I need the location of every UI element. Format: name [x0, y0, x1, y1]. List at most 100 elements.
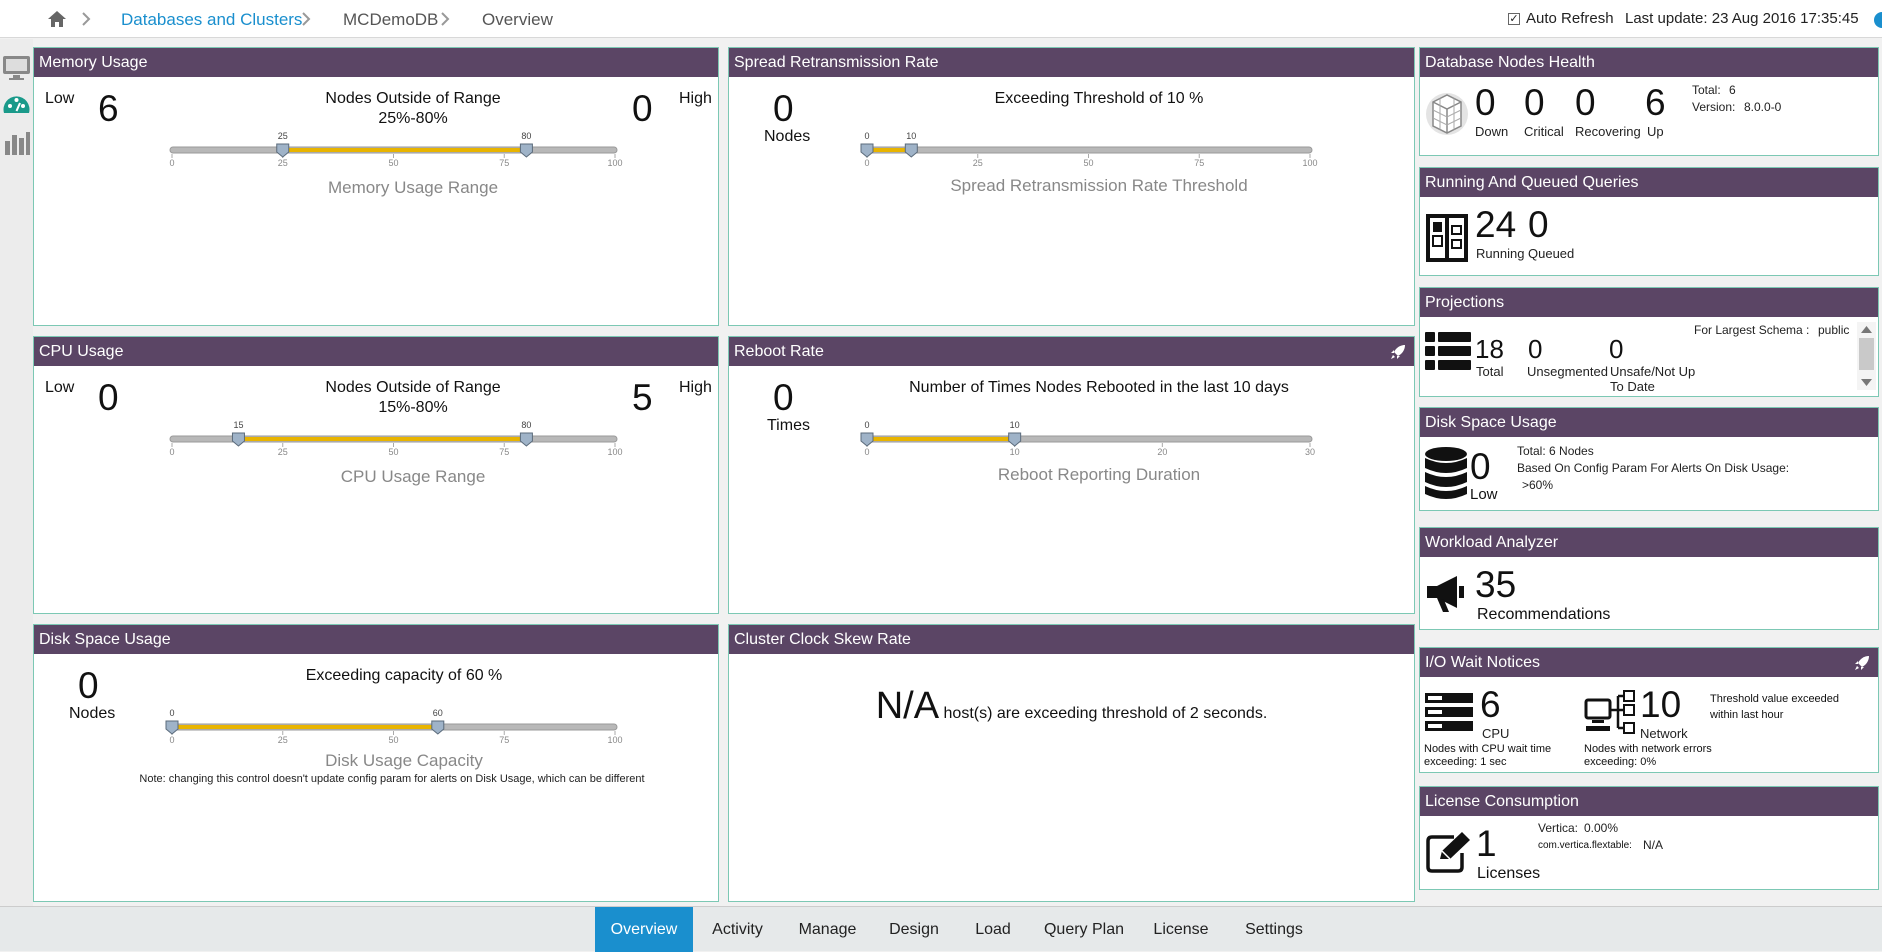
total-value: 18 — [1475, 334, 1504, 364]
queued-label: Queued — [1528, 246, 1575, 261]
slider-tick-label: 0 — [864, 158, 869, 168]
nodes-label: Nodes — [764, 128, 811, 145]
breadcrumb-database[interactable]: MCDemoDB — [343, 10, 438, 30]
unsegmented-label: Unsegmented — [1527, 364, 1608, 379]
tab-query-plan[interactable]: Query Plan — [1038, 907, 1130, 952]
slider-handle-label: 10 — [1010, 420, 1020, 430]
up-label: Up — [1647, 124, 1664, 139]
breadcrumb-databases[interactable]: Databases and Clusters — [121, 10, 302, 30]
notification-icon[interactable] — [1874, 12, 1882, 28]
high-value: 5 — [632, 377, 653, 418]
checkbox-checked-icon[interactable]: ✓ — [1508, 12, 1520, 25]
nodes-value: 0 — [773, 88, 794, 129]
unsafe-value: 0 — [1609, 334, 1624, 364]
disk-total: Total: 6 Nodes — [1517, 444, 1594, 458]
slider-handle-label: 80 — [521, 420, 531, 430]
slider-handle[interactable] — [519, 143, 533, 158]
dashboard-icon[interactable] — [1, 89, 32, 121]
low-label: Low — [1470, 486, 1498, 503]
slider-handle[interactable] — [231, 432, 245, 447]
scroll-up-icon[interactable] — [1861, 325, 1872, 333]
recovering-value: 0 — [1575, 82, 1596, 123]
tab-activity[interactable]: Activity — [700, 907, 775, 952]
flextable-value: N/A — [1643, 838, 1664, 852]
network-note-2: exceeding: 0% — [1584, 756, 1657, 768]
tab-settings[interactable]: Settings — [1235, 907, 1313, 952]
memory-range-slider[interactable]: 0 25 50 75 100 25 80 — [134, 128, 644, 184]
slider-graphic[interactable]: 0 25 50 75 100 25 80 — [134, 128, 644, 184]
low-label: Low — [45, 379, 75, 396]
flextable-label: com.vertica.flextable: — [1538, 840, 1632, 851]
last-update: Last update: 23 Aug 2016 17:35:45 — [1625, 10, 1859, 27]
bar-chart-icon[interactable] — [1, 127, 32, 159]
slider-handle[interactable] — [431, 720, 445, 735]
cpu-note: Nodes with CPU wait time — [1424, 743, 1552, 755]
slider-handle[interactable] — [1008, 432, 1022, 447]
chevron-right-icon — [302, 12, 311, 26]
database-cube-icon — [1426, 93, 1468, 135]
slider-handle[interactable] — [860, 143, 874, 158]
slider-handle[interactable] — [165, 720, 179, 735]
slider-handle[interactable] — [519, 432, 533, 447]
slider-tick-label: 100 — [607, 735, 622, 745]
range-caption: Nodes Outside of Range — [325, 90, 501, 107]
server-rack-icon — [1425, 693, 1473, 731]
queries-icon — [1426, 214, 1468, 262]
low-value: 6 — [98, 88, 119, 129]
slider-range-fill — [172, 725, 438, 729]
home-icon[interactable] — [46, 9, 68, 29]
clock-skew-summary: N/A host(s) are exceeding threshold of 2… — [729, 685, 1414, 728]
total-label: Total: — [1692, 83, 1721, 97]
memory-usage-panel: Memory Usage Low 6 Nodes Outside of Rang… — [33, 47, 719, 326]
low-label: Low — [45, 90, 75, 107]
version-value: 8.0.0-0 — [1744, 100, 1782, 114]
slider-handle-label: 0 — [169, 708, 174, 718]
slider-track[interactable] — [864, 146, 1313, 154]
clock-skew-value: N/A — [875, 685, 940, 727]
recommendations-value: 35 — [1475, 564, 1517, 605]
monitor-icon[interactable] — [1, 51, 32, 83]
panel-title: Memory Usage — [34, 48, 718, 77]
panel-title: I/O Wait Notices — [1420, 648, 1878, 677]
scroll-thumb[interactable] — [1859, 338, 1874, 370]
slider-handle[interactable] — [276, 143, 290, 158]
slider-tick-label: 50 — [388, 447, 398, 457]
nodes-label: Nodes — [69, 705, 116, 722]
rocket-icon[interactable] — [1854, 655, 1870, 671]
unsafe-label: Unsafe/Not Up — [1610, 364, 1696, 379]
running-value: 24 — [1475, 204, 1517, 245]
tab-overview[interactable]: Overview — [595, 907, 693, 952]
tab-manage[interactable]: Manage — [790, 907, 865, 952]
slider-subtitle: CPU Usage Range — [340, 467, 486, 486]
workload-analyzer-panel: Workload Analyzer 35 Recommendations — [1419, 527, 1879, 630]
recommendations-label[interactable]: Recommendations — [1477, 606, 1610, 624]
scroll-down-icon[interactable] — [1861, 379, 1872, 387]
slider-subtitle: Reboot Reporting Duration — [997, 465, 1201, 484]
panel-title: License Consumption — [1420, 787, 1878, 816]
slider-handle[interactable] — [904, 143, 918, 158]
tab-load[interactable]: Load — [962, 907, 1024, 952]
slider-range-fill — [282, 148, 527, 152]
network-icon — [1584, 690, 1635, 734]
slider-tick-label: 100 — [1302, 158, 1317, 168]
tab-license[interactable]: License — [1145, 907, 1217, 952]
queries-panel: Running And Queued Queries 24 Running 0 … — [1419, 167, 1879, 276]
megaphone-icon[interactable] — [1423, 572, 1471, 614]
slider-tick-label: 25 — [278, 735, 288, 745]
rocket-icon[interactable] — [1390, 344, 1406, 360]
slider-tick-label: 100 — [607, 447, 622, 457]
projections-panel: Projections For Largest Schema : public … — [1419, 287, 1879, 397]
auto-refresh-label: Auto Refresh — [1526, 10, 1614, 27]
slider-tick-label: 0 — [169, 158, 174, 168]
vertica-label: Vertica: — [1538, 821, 1579, 835]
panel-title-text: I/O Wait Notices — [1425, 654, 1540, 671]
scrollbar[interactable] — [1857, 322, 1876, 390]
left-rail — [0, 39, 33, 906]
auto-refresh-toggle[interactable]: ✓ Auto Refresh — [1508, 10, 1614, 27]
cpu-range-slider[interactable]: 0 25 50 75 100 15 80 — [134, 417, 644, 473]
slider-graphic[interactable]: 0 25 50 75 100 15 80 — [134, 417, 644, 473]
tab-design[interactable]: Design — [878, 907, 950, 952]
chevron-right-icon — [441, 12, 450, 26]
database-icon — [1425, 447, 1467, 499]
slider-handle[interactable] — [860, 432, 874, 447]
